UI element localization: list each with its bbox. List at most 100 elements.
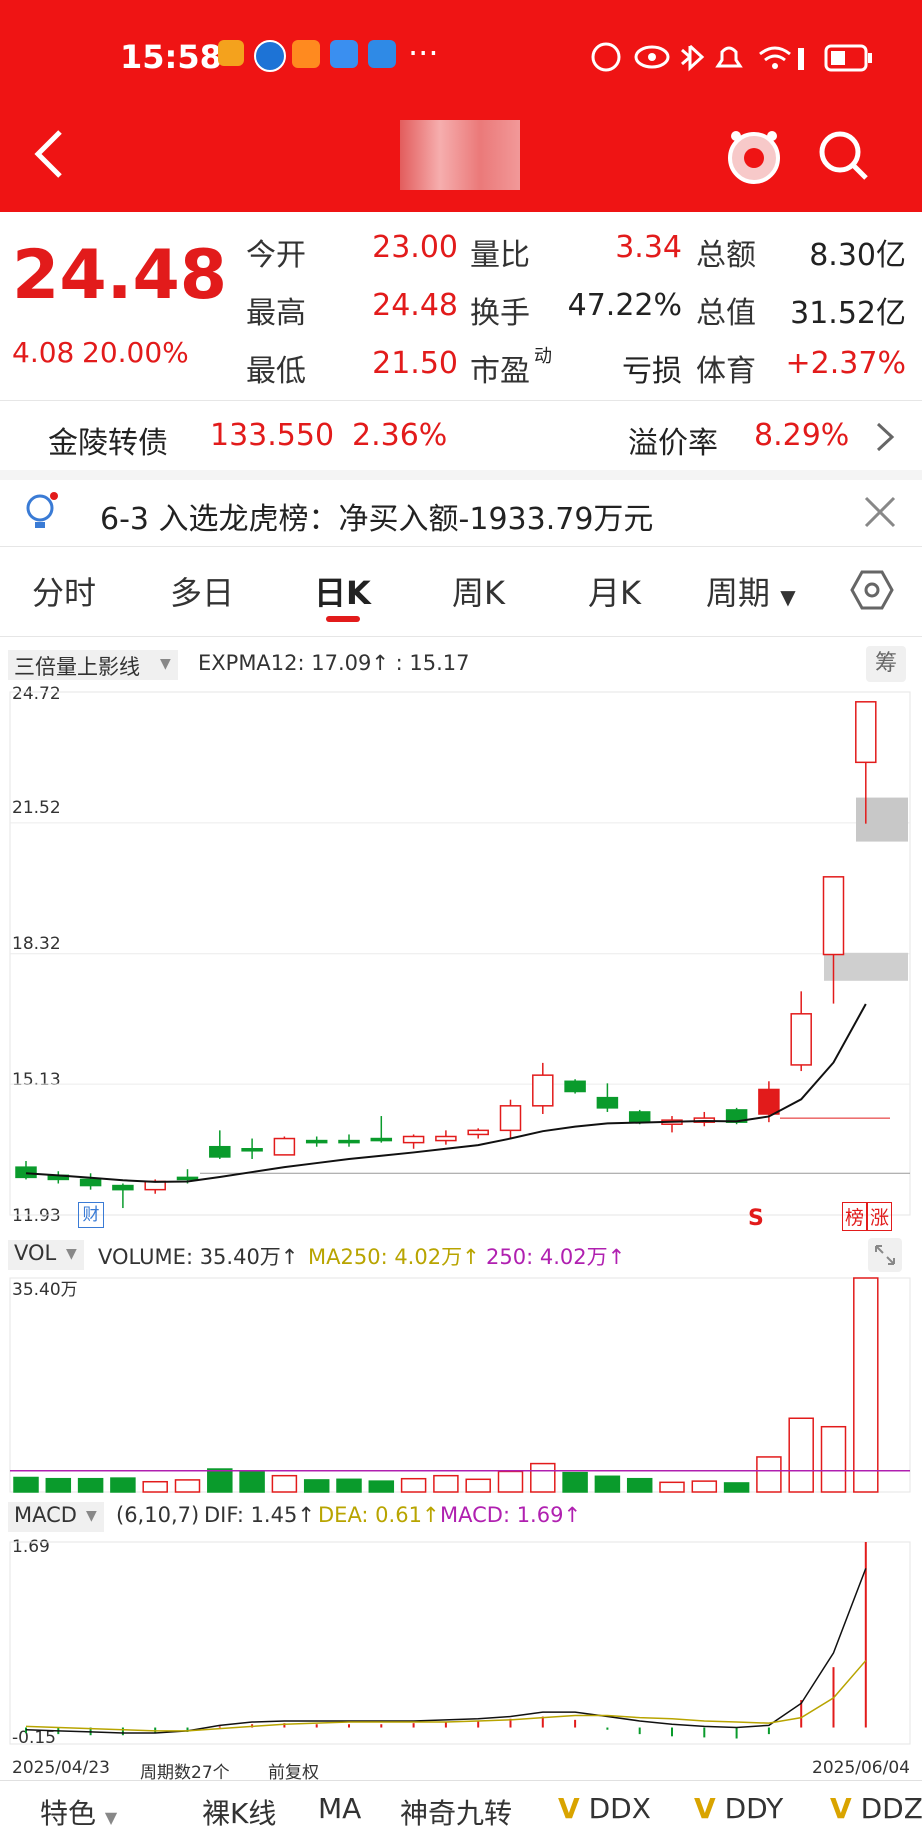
macd-dif-line xyxy=(25,1568,867,1734)
bluetooth-icon xyxy=(681,44,705,72)
active-tab-indicator xyxy=(326,616,360,622)
bottom-luokx[interactable]: 裸K线 xyxy=(202,1792,276,1832)
signal-icon xyxy=(798,48,804,70)
cloud-icon xyxy=(330,40,358,68)
bond-change: 2.36% xyxy=(352,418,448,453)
status-time: 15:58 xyxy=(120,38,222,76)
volume-bar xyxy=(400,1477,427,1493)
caret-down-icon: ▼ xyxy=(780,585,796,609)
divider xyxy=(0,636,922,637)
volume-bar xyxy=(207,1468,233,1493)
quote-value-1-1: 47.22% xyxy=(567,288,682,323)
bottom-ddx[interactable]: V DDX xyxy=(558,1792,651,1825)
bottom-ddy[interactable]: V DDY xyxy=(694,1792,783,1825)
bottom-shenqi[interactable]: 神奇九转 xyxy=(400,1792,512,1832)
chevron-left-icon xyxy=(34,130,62,178)
bottom-ddz-label: DDZ xyxy=(860,1792,922,1825)
macd-select-label: MACD xyxy=(14,1503,77,1527)
volume-bar xyxy=(77,1477,104,1493)
tab-fenshi[interactable]: 分时 xyxy=(32,568,96,614)
tab-rik[interactable]: 日K xyxy=(314,568,371,614)
settings-button[interactable] xyxy=(850,568,894,612)
zhang-tag: 涨 xyxy=(867,1202,893,1231)
candle-body xyxy=(79,1178,102,1187)
candle-body xyxy=(209,1145,231,1158)
resistance-band xyxy=(824,952,908,981)
volume-bar xyxy=(271,1474,298,1493)
bottom-ddz[interactable]: V DDZ xyxy=(830,1792,922,1825)
macd-chart[interactable] xyxy=(0,1532,922,1758)
quote-value-1-2: 31.52亿 xyxy=(790,296,906,331)
candle-body xyxy=(402,1135,425,1144)
v-badge-icon: V xyxy=(558,1792,580,1825)
quote-label-1-1: 换手 xyxy=(470,296,530,331)
expma-line xyxy=(25,1003,867,1183)
divider xyxy=(0,1780,922,1781)
volume-label: VOLUME: 35.40万↑ xyxy=(98,1245,299,1269)
caret-down-icon: ▼ xyxy=(66,1246,77,1262)
volume-bar xyxy=(303,1479,330,1493)
cai-tag[interactable]: 财 xyxy=(78,1202,104,1228)
search-icon xyxy=(819,131,861,173)
back-button[interactable] xyxy=(30,128,70,180)
volume-select[interactable]: VOL ▼ xyxy=(8,1240,84,1270)
quote-label-2-0: 最低 xyxy=(246,354,306,389)
macd-dea: DEA: 0.61↑ xyxy=(318,1503,440,1527)
bond-price: 133.550 xyxy=(210,418,335,453)
quote-label-2-2: 体育 xyxy=(696,354,756,389)
volume-bar xyxy=(594,1475,621,1493)
quote-value-2-0: 21.50 xyxy=(372,346,458,381)
tab-yuek[interactable]: 月K xyxy=(588,568,641,614)
candle-body xyxy=(467,1129,489,1136)
volume-bar xyxy=(174,1479,201,1493)
expand-button[interactable] xyxy=(868,1238,902,1272)
price-change-pct: 20.00% xyxy=(82,336,189,369)
macd-value: MACD: 1.69↑ xyxy=(440,1503,582,1527)
tab-duori[interactable]: 多日 xyxy=(170,568,234,614)
notice-bar[interactable]: 6-3 入选龙虎榜：净买入额-1933.79万元 xyxy=(0,480,922,544)
premium-label: 溢价率 xyxy=(628,426,718,461)
divider xyxy=(0,546,922,547)
date-end: 2025/06/04 xyxy=(812,1758,910,1778)
bond-row[interactable]: 金陵转债 133.550 2.36% 溢价率 8.29% xyxy=(0,402,922,468)
close-notice-button[interactable] xyxy=(862,494,898,530)
volume-bar xyxy=(239,1470,265,1493)
candle-body xyxy=(176,1176,199,1181)
quote-value-2-2: +2.37% xyxy=(785,346,906,381)
tab-zhouqi[interactable]: 周期 ▼ xyxy=(706,568,796,614)
notice-text: 6-3 入选龙虎榜：净买入额-1933.79万元 xyxy=(100,502,654,537)
caret-down-icon: ▼ xyxy=(104,1808,118,1827)
candle-body xyxy=(273,1137,296,1156)
bang-tag: 榜 xyxy=(842,1202,868,1231)
price-change: 4.08 xyxy=(12,336,75,369)
quote-label-0-0: 今开 xyxy=(246,238,306,273)
v-badge-icon: V xyxy=(830,1792,852,1825)
indicator-select[interactable]: 三倍量上影线 ▼ xyxy=(8,650,178,680)
search-button[interactable] xyxy=(816,128,872,184)
mascot-button[interactable] xyxy=(722,124,786,188)
bottom-ma[interactable]: MA xyxy=(318,1792,361,1825)
divider xyxy=(0,400,922,401)
volume-chart[interactable] xyxy=(0,1270,922,1500)
quote-label-1-0: 最高 xyxy=(246,296,306,331)
status-icons xyxy=(591,42,872,72)
macd-select[interactable]: MACD ▼ xyxy=(8,1502,104,1532)
volume-250-label: 250: 4.02万↑ xyxy=(486,1245,626,1269)
date-start: 2025/04/23 xyxy=(12,1758,110,1778)
candle-body xyxy=(564,1080,586,1093)
hexagon-settings-icon xyxy=(850,570,894,610)
candle-body xyxy=(305,1139,328,1144)
indicator-select-label: 三倍量上影线 xyxy=(14,655,140,679)
app-header: 15:58 ··· xyxy=(0,0,922,212)
tab-zhouk[interactable]: 周K xyxy=(452,568,505,614)
speed-icon xyxy=(591,42,621,72)
s-tag[interactable]: S xyxy=(748,1206,764,1231)
bang-zhang-tags[interactable]: 榜 涨 xyxy=(842,1202,893,1231)
stock-title-blurred xyxy=(400,120,520,190)
kline-chart[interactable] xyxy=(0,680,922,1230)
chip-button[interactable]: 筹 xyxy=(866,646,906,682)
candle-body xyxy=(790,1013,812,1066)
bottom-tese[interactable]: 特色 ▼ xyxy=(40,1792,117,1832)
resistance-band xyxy=(856,797,908,842)
wifi-icon xyxy=(759,46,791,62)
